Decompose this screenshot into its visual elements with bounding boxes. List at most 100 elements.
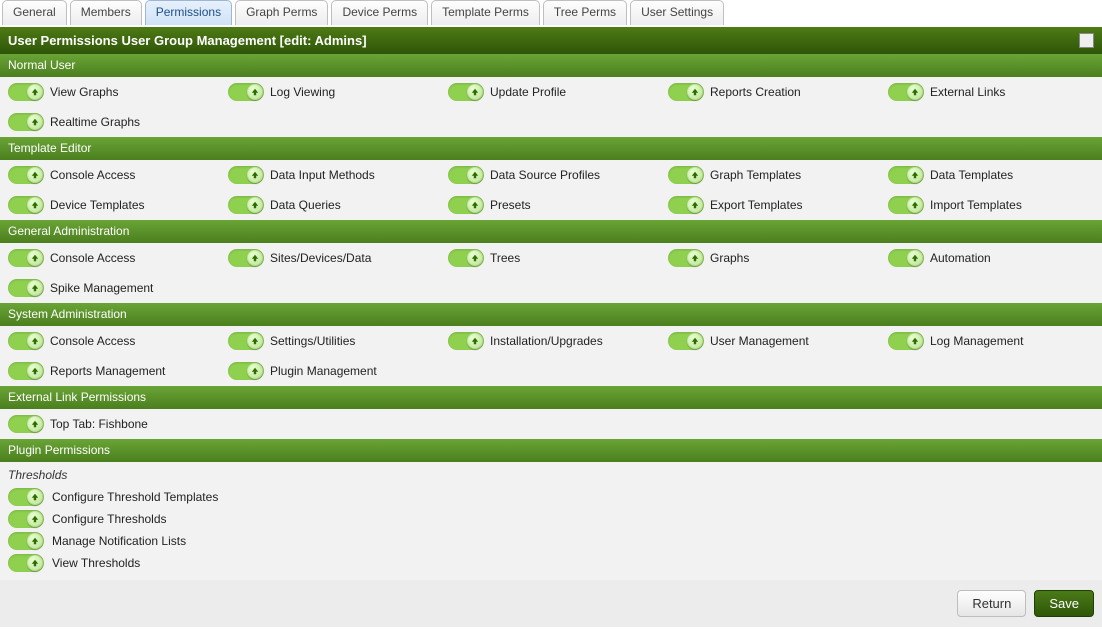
perm-label: Settings/Utilities [270,334,355,348]
toggle-on[interactable] [448,196,484,214]
toggle-on[interactable] [888,166,924,184]
toggle-on[interactable] [228,332,264,350]
toggle-knob [27,489,43,505]
arrow-up-icon [471,254,479,262]
perm-label: Console Access [50,334,135,348]
return-button[interactable]: Return [957,590,1026,617]
tab-template-perms[interactable]: Template Perms [431,0,540,25]
perm-item-console-access: Console Access [4,330,224,352]
perm-item-sites-devices-data: Sites/Devices/Data [224,247,444,269]
toggle-on[interactable] [888,332,924,350]
plugin-item-configure-thresholds: Configure Thresholds [8,508,1102,530]
perm-row: Reports ManagementPlugin Management [0,356,1102,386]
tab-user-settings[interactable]: User Settings [630,0,724,25]
perm-label: Data Source Profiles [490,168,600,182]
perm-label: View Thresholds [52,556,140,570]
tab-label: General [13,5,56,19]
arrow-up-icon [251,201,259,209]
toggle-on[interactable] [448,166,484,184]
toggle-knob [27,416,43,432]
tab-label: User Settings [641,5,713,19]
toggle-on[interactable] [888,196,924,214]
section-body-template_editor: Console AccessData Input Methods Data Sou… [0,160,1102,220]
save-button[interactable]: Save [1034,590,1094,617]
tab-members[interactable]: Members [70,0,142,25]
toggle-on[interactable] [8,113,44,131]
toggle-on[interactable] [448,249,484,267]
toggle-on[interactable] [228,196,264,214]
arrow-up-icon [691,254,699,262]
toggle-knob [907,84,923,100]
toggle-on[interactable] [8,196,44,214]
perm-row: Console AccessData Input Methods Data Sou… [0,160,1102,190]
section-body-general_admin: Console AccessSites/Devices/DataTreesGra… [0,243,1102,303]
toggle-on[interactable] [8,249,44,267]
toggle-knob [247,333,263,349]
toggle-on[interactable] [8,532,44,550]
toggle-on[interactable] [668,249,704,267]
perm-item-plugin-management: Plugin Management [224,360,444,382]
perm-item-data-source-profiles: Data Source Profiles [444,164,664,186]
arrow-up-icon [31,171,39,179]
toggle-on[interactable] [888,83,924,101]
section-title: External Link Permissions [8,390,146,404]
toggle-on[interactable] [8,488,44,506]
toggle-on[interactable] [8,510,44,528]
perm-label: Realtime Graphs [50,115,140,129]
toggle-on[interactable] [228,249,264,267]
toggle-on[interactable] [8,332,44,350]
select-all-checkbox[interactable] [1079,33,1094,48]
toggle-on[interactable] [668,332,704,350]
toggle-on[interactable] [888,249,924,267]
tab-graph-perms[interactable]: Graph Perms [235,0,328,25]
tab-permissions[interactable]: Permissions [145,0,232,25]
arrow-up-icon [471,337,479,345]
perm-label: Configure Threshold Templates [52,490,218,504]
toggle-on[interactable] [448,332,484,350]
arrow-up-icon [31,559,39,567]
toggle-knob [907,333,923,349]
perm-row: Top Tab: Fishbone [0,409,1102,439]
toggle-knob [27,555,43,571]
toggle-on[interactable] [228,166,264,184]
toggle-knob [687,167,703,183]
perm-label: Sites/Devices/Data [270,251,371,265]
perm-label: Installation/Upgrades [490,334,603,348]
toggle-on[interactable] [8,415,44,433]
tab-label: Members [81,5,131,19]
arrow-up-icon [31,493,39,501]
toggle-on[interactable] [228,362,264,380]
tab-general[interactable]: General [2,0,67,25]
tab-bar: General Members Permissions Graph Perms … [0,0,1102,25]
arrow-up-icon [31,537,39,545]
toggle-knob [247,363,263,379]
toggle-on[interactable] [668,196,704,214]
perm-item-device-templates: Device Templates [4,194,224,216]
tab-tree-perms[interactable]: Tree Perms [543,0,627,25]
toggle-on[interactable] [228,83,264,101]
toggle-on[interactable] [448,83,484,101]
perm-label: Manage Notification Lists [52,534,186,548]
perm-label: Top Tab: Fishbone [50,417,148,431]
toggle-on[interactable] [8,279,44,297]
toggle-on[interactable] [8,362,44,380]
perm-label: Configure Thresholds [52,512,167,526]
perm-row: Device TemplatesData QueriesPresetsExpor… [0,190,1102,220]
section-header-system_admin: System Administration [0,303,1102,326]
arrow-up-icon [251,337,259,345]
toggle-knob [247,197,263,213]
section-title: Plugin Permissions [8,443,110,457]
perm-item-data-input-methods: Data Input Methods [224,164,444,186]
toggle-on[interactable] [8,554,44,572]
perm-label: Graph Templates [710,168,801,182]
toggle-on[interactable] [668,166,704,184]
toggle-on[interactable] [8,166,44,184]
toggle-on[interactable] [8,83,44,101]
toggle-knob [247,250,263,266]
perm-row: Console Access Settings/Utilities Installa… [0,326,1102,356]
toggle-on[interactable] [668,83,704,101]
arrow-up-icon [691,88,699,96]
toggle-knob [467,84,483,100]
perm-item-console-access: Console Access [4,164,224,186]
tab-device-perms[interactable]: Device Perms [331,0,428,25]
